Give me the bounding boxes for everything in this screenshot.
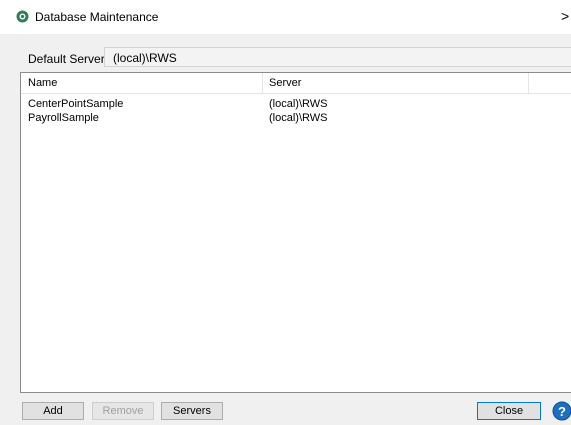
row-name: PayrollSample	[28, 112, 99, 124]
servers-button[interactable]: Servers	[161, 402, 223, 420]
default-server-field[interactable]: (local)\RWS	[104, 47, 571, 67]
list-row[interactable]: PayrollSample (local)\RWS	[21, 111, 571, 125]
app-logo-icon	[16, 10, 29, 23]
row-name: CenterPointSample	[28, 98, 124, 110]
default-server-value: (local)\RWS	[113, 51, 177, 65]
help-icon[interactable]: ?	[551, 401, 571, 421]
close-window-button[interactable]: >	[561, 8, 571, 24]
add-button[interactable]: Add	[22, 402, 84, 420]
database-list[interactable]: Name Server CenterPointSample (local)\RW…	[20, 72, 571, 393]
default-server-label: Default Server	[28, 52, 105, 66]
column-header-server[interactable]: Server	[263, 73, 529, 93]
close-button[interactable]: Close	[477, 402, 541, 420]
row-server: (local)\RWS	[269, 112, 328, 124]
list-row[interactable]: CenterPointSample (local)\RWS	[21, 97, 571, 111]
row-server: (local)\RWS	[269, 98, 328, 110]
remove-button[interactable]: Remove	[92, 402, 154, 420]
svg-text:?: ?	[558, 404, 566, 419]
column-header-name[interactable]: Name	[21, 73, 263, 93]
column-header-empty[interactable]	[529, 73, 571, 93]
list-header: Name Server	[21, 73, 571, 94]
title-bar: Database Maintenance >	[0, 0, 571, 34]
window-title: Database Maintenance	[35, 10, 159, 24]
